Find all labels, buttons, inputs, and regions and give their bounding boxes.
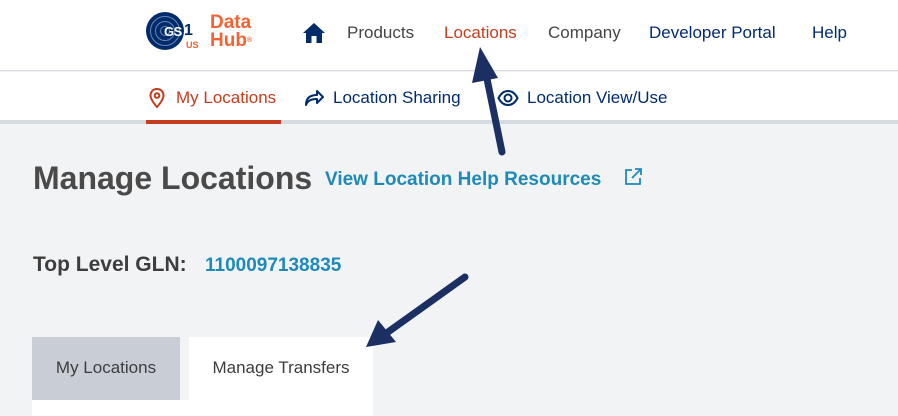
share-arrow-icon <box>305 90 324 106</box>
subnav-my-locations-label: My Locations <box>176 88 277 107</box>
subnav-location-view-use[interactable]: Location View/Use <box>497 72 668 124</box>
nav-products[interactable]: Products <box>347 23 414 43</box>
eye-icon <box>497 89 519 107</box>
external-link-icon[interactable] <box>623 167 643 187</box>
active-subnav-indicator <box>146 120 281 124</box>
logo-gs-text: GS <box>164 24 182 39</box>
map-pin-icon <box>149 87 165 109</box>
top-header: GS 1 US Data Hub® Products Locations Com… <box>0 0 898 71</box>
subnav-location-sharing-label: Location Sharing <box>333 88 461 107</box>
logo-hub-wrap: Hub® <box>210 30 253 51</box>
sub-navigation: My Locations Location Sharing Location V… <box>0 72 898 124</box>
gs1-logo-circle: GS <box>146 12 184 50</box>
logo-hub-text: Hub <box>210 30 247 51</box>
nav-developer-portal[interactable]: Developer Portal <box>649 23 776 43</box>
logo-us-text: US <box>186 40 199 50</box>
subnav-location-sharing[interactable]: Location Sharing <box>303 72 461 124</box>
nav-company[interactable]: Company <box>548 23 621 43</box>
gs1-data-hub-logo[interactable]: GS 1 US Data Hub® <box>146 12 266 54</box>
logo-registered-mark: ® <box>246 37 253 44</box>
subnav-my-locations[interactable]: My Locations <box>146 72 276 124</box>
page-title: Manage Locations <box>33 160 313 196</box>
gln-value[interactable]: 1100097138835 <box>205 255 341 277</box>
home-icon[interactable] <box>302 22 326 44</box>
subnav-location-view-use-label: Location View/Use <box>527 88 668 107</box>
annotation-arrow-manage-transfers <box>366 273 469 347</box>
logo-one-text: 1 <box>184 22 193 39</box>
help-resources-link[interactable]: View Location Help Resources <box>325 169 601 191</box>
gln-label: Top Level GLN: <box>33 253 187 276</box>
nav-help[interactable]: Help <box>812 23 847 43</box>
tab-panel <box>32 400 373 416</box>
nav-locations[interactable]: Locations <box>444 23 517 43</box>
